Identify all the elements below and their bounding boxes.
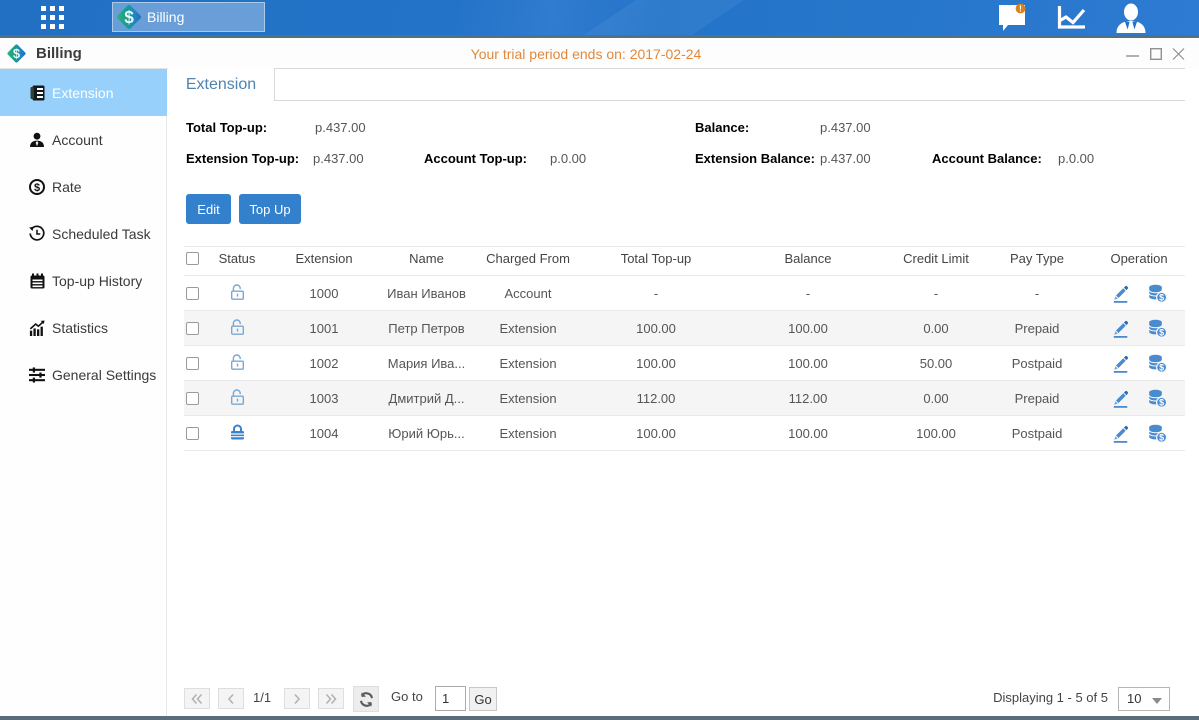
svg-text:$: $ bbox=[1159, 432, 1164, 442]
svg-text:!: ! bbox=[1019, 5, 1022, 14]
svg-text:$: $ bbox=[34, 182, 40, 194]
svg-text:$: $ bbox=[1159, 292, 1164, 302]
svg-text:$: $ bbox=[1159, 327, 1164, 337]
svg-text:$: $ bbox=[1159, 362, 1164, 372]
svg-text:$: $ bbox=[1159, 397, 1164, 407]
svg-text:$: $ bbox=[124, 7, 134, 27]
